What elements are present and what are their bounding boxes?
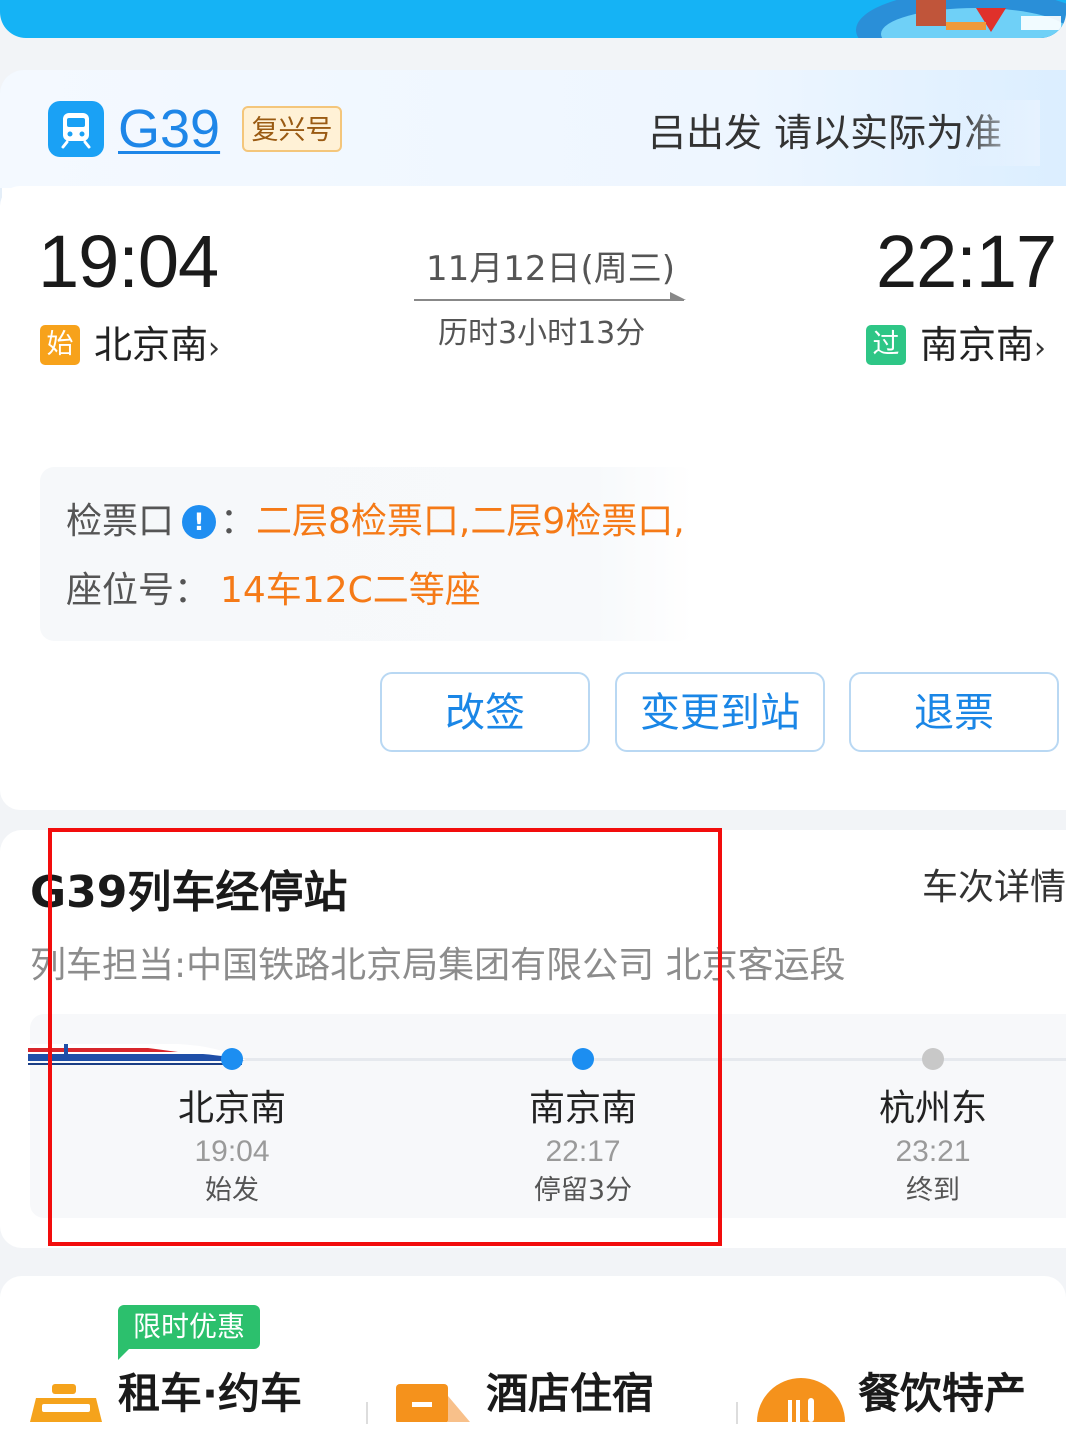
change-ticket-button[interactable]: 改签 [380,672,590,752]
seat-value: 14车12C二等座 [220,570,481,611]
travel-duration: 历时3小时13分 [438,316,646,351]
dining-service[interactable]: 餐饮特产 [858,1366,1026,1422]
gate-label: 检票口 [66,501,175,542]
train-number-link[interactable]: G39 [118,98,220,160]
train-details-link[interactable]: 车次详情 [922,862,1066,914]
gate-value: 二层8检票口,二层9检票口, [256,501,685,542]
journey-arrow-line [414,299,684,301]
arrival-station-link[interactable]: 南京南› [920,321,1046,373]
annotation-highlight-box [48,828,722,1246]
gate-colon: ： [220,501,257,542]
chevron-right-icon: › [208,331,221,366]
hotel-service[interactable]: 酒店住宿 [486,1366,654,1422]
refund-button[interactable]: 退票 [849,672,1059,752]
departure-station-name: 北京南 [94,323,209,367]
taxi-icon [30,1384,102,1422]
stop-note: 终到 [906,1175,960,1206]
divider [366,1402,368,1424]
pass-through-badge: 过 [866,325,906,365]
train-type-badge: 复兴号 [242,106,342,152]
stop-time: 23:21 [895,1135,971,1168]
notice-fade [960,100,1040,166]
chevron-right-icon: › [1034,331,1047,366]
stop-name: 杭州东 [878,1088,987,1129]
car-rental-service[interactable]: 租车·约车 [118,1366,302,1422]
hotel-icon [396,1384,470,1422]
arrival-station-name: 南京南 [920,323,1035,367]
seat-label: 座位号： [66,570,211,611]
departure-station-link[interactable]: 北京南› [94,321,220,373]
top-banner[interactable] [0,0,1066,38]
train-icon [48,101,104,157]
origin-badge: 始 [40,325,80,365]
change-station-button[interactable]: 变更到站 [615,672,825,752]
departure-time: 19:04 [38,220,219,303]
promo-badge: 限时优惠 [118,1305,260,1349]
divider [736,1402,738,1424]
arrival-time: 22:17 [876,220,1057,303]
stop-dot-3 [922,1048,944,1070]
stop-item[interactable]: 杭州东 23:21 终到 [833,1086,1033,1210]
promo-badge-tail [118,1346,132,1360]
travel-date: 11月12日(周三) [426,249,676,289]
dining-icon [757,1378,845,1422]
arrow-right-icon [670,292,686,300]
banner-illustration [856,0,1066,38]
info-icon[interactable]: ! [182,505,216,539]
